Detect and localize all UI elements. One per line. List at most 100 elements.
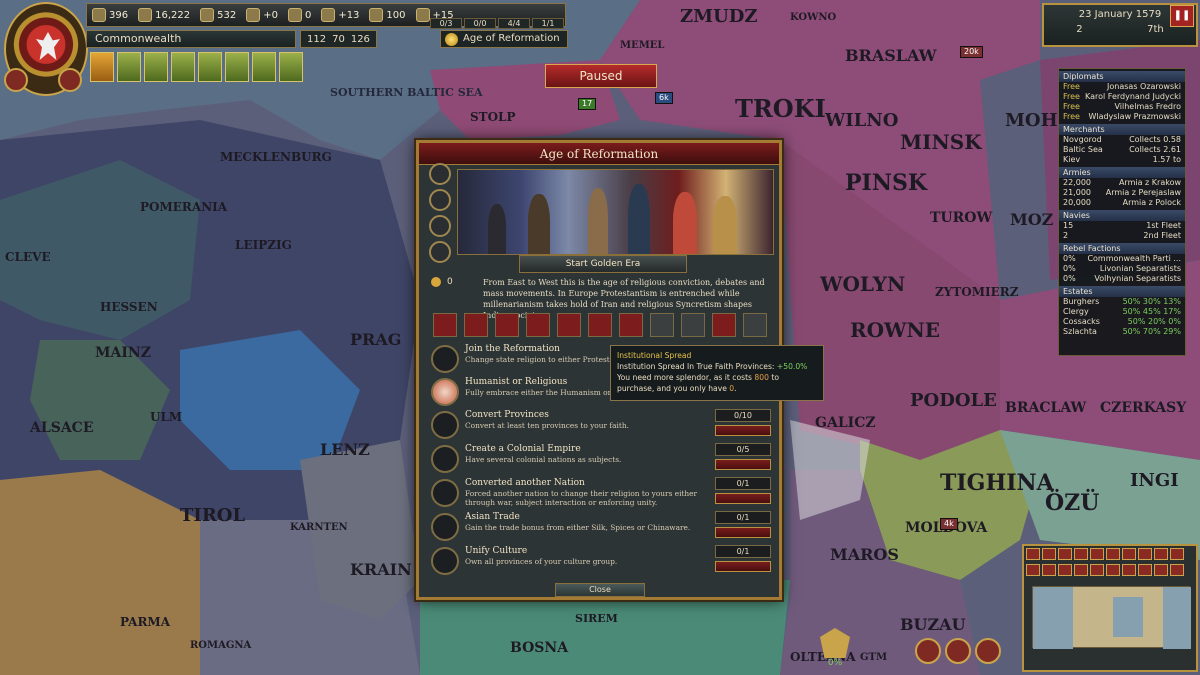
mapmode-button[interactable] — [1026, 548, 1040, 560]
alert-icon[interactable] — [945, 638, 971, 664]
age-button[interactable]: Age of Reformation — [440, 30, 568, 48]
ability-icon[interactable] — [650, 313, 674, 337]
outliner-row[interactable]: 15 1st Fleet — [1059, 221, 1185, 231]
legitimacy[interactable]: 100 — [369, 8, 406, 22]
mapmode-button[interactable] — [1058, 548, 1072, 560]
mapmode-button[interactable] — [1122, 548, 1136, 560]
mapmode-button[interactable] — [1170, 548, 1184, 560]
minimap[interactable] — [1032, 586, 1191, 649]
admin-points[interactable]: 112 — [307, 34, 326, 45]
ability-icon[interactable] — [712, 313, 736, 337]
age-tab-icon[interactable] — [429, 189, 451, 211]
outliner-row[interactable]: Free Karol Ferdynand Judycki — [1059, 92, 1185, 102]
ability-icon[interactable] — [743, 313, 767, 337]
merchant-count[interactable]: 0/3 — [430, 18, 462, 29]
diplomat-count[interactable]: 4/4 — [498, 18, 530, 29]
idea-icon[interactable] — [171, 52, 195, 82]
colonist-count[interactable]: 0/0 — [464, 18, 496, 29]
idea-icon[interactable] — [225, 52, 249, 82]
idea-icon[interactable] — [90, 52, 114, 82]
outliner-row[interactable]: Clergy 50% 45% 17% — [1059, 307, 1185, 317]
prestige[interactable]: +13 — [321, 8, 359, 22]
mapmode-button[interactable] — [1154, 548, 1168, 560]
mapmode-button[interactable] — [1154, 564, 1168, 576]
mapmode-button[interactable] — [1138, 564, 1152, 576]
navy-unit[interactable]: 6k — [655, 92, 673, 104]
army-unit[interactable]: 17 — [578, 98, 597, 110]
outliner-header[interactable]: Rebel Factions — [1059, 243, 1185, 254]
outliner-row[interactable]: Novgorod Collects 0.58 — [1059, 135, 1185, 145]
outliner-row[interactable]: Free Vilhelmas Fredro — [1059, 102, 1185, 112]
objective-row[interactable]: Create a Colonial Empire Have several co… — [431, 443, 775, 475]
mapmode-button[interactable] — [1090, 548, 1104, 560]
outliner-row[interactable]: 0% Livonian Separatists — [1059, 264, 1185, 274]
manpower[interactable]: 16,222 — [138, 8, 190, 22]
stability[interactable]: +0 — [246, 8, 278, 22]
outliner-row[interactable]: 20,000 Armia z Polock — [1059, 198, 1185, 208]
outliner-row[interactable]: Burghers 50% 30% 13% — [1059, 297, 1185, 307]
start-golden-era-button[interactable]: Start Golden Era — [519, 255, 687, 273]
war-icon[interactable] — [4, 68, 28, 92]
game-speed[interactable]: 2 — [1076, 24, 1082, 35]
idea-icon[interactable] — [279, 52, 303, 82]
age-tab-icon[interactable] — [429, 241, 451, 263]
mapmode-button[interactable] — [1170, 564, 1184, 576]
army-unit[interactable]: 4k — [940, 518, 958, 530]
objective-row[interactable]: Converted another Nation Forced another … — [431, 477, 775, 509]
ability-icon[interactable] — [526, 313, 550, 337]
mapmode-button[interactable] — [1058, 564, 1072, 576]
outliner-row[interactable]: 0% Volhynian Separatists — [1059, 274, 1185, 284]
mapmode-button[interactable] — [1074, 548, 1088, 560]
mapmode-button[interactable] — [1042, 548, 1056, 560]
ability-icon[interactable] — [557, 313, 581, 337]
missionary-count[interactable]: 1/1 — [532, 18, 564, 29]
court-icon[interactable] — [58, 68, 82, 92]
ability-icon[interactable] — [495, 313, 519, 337]
outliner-header[interactable]: Diplomats — [1059, 71, 1185, 82]
mapmode-button[interactable] — [1074, 564, 1088, 576]
outliner-row[interactable]: Free Jonasas Ozarowski — [1059, 82, 1185, 92]
mapmode-button[interactable] — [1090, 564, 1104, 576]
idea-icon[interactable] — [144, 52, 168, 82]
outliner-row[interactable]: Cossacks 50% 20% 0% — [1059, 317, 1185, 327]
outliner-row[interactable]: Baltic Sea Collects 2.61 — [1059, 145, 1185, 155]
siege-indicator[interactable]: 0% — [815, 628, 855, 672]
idea-icon[interactable] — [117, 52, 141, 82]
country-name[interactable]: Commonwealth — [86, 30, 296, 48]
alert-icon[interactable] — [915, 638, 941, 664]
objective-row[interactable]: Unify Culture Own all provinces of your … — [431, 545, 775, 577]
mapmode-button[interactable] — [1138, 548, 1152, 560]
outliner-row[interactable]: 2 2nd Fleet — [1059, 231, 1185, 241]
mapmode-button[interactable] — [1106, 564, 1120, 576]
mapmode-button[interactable] — [1026, 564, 1040, 576]
outliner-header[interactable]: Estates — [1059, 286, 1185, 297]
close-button[interactable]: Close — [555, 583, 645, 597]
outliner-header[interactable]: Merchants — [1059, 124, 1185, 135]
outliner-row[interactable]: 22,000 Armia z Krakow — [1059, 178, 1185, 188]
pause-button[interactable]: ❚❚ — [1170, 5, 1194, 27]
objective-row[interactable]: Asian Trade Gain the trade bonus from ei… — [431, 511, 775, 543]
idea-icon[interactable] — [252, 52, 276, 82]
outliner-row[interactable]: Szlachta 50% 70% 29% — [1059, 327, 1185, 337]
alert-icon[interactable] — [975, 638, 1001, 664]
diplo-points[interactable]: 70 — [332, 34, 345, 45]
corruption[interactable]: 0 — [287, 8, 311, 22]
age-tab-icon[interactable] — [429, 215, 451, 237]
ability-icon[interactable] — [681, 313, 705, 337]
treasury[interactable]: 396 — [92, 8, 128, 22]
ability-icon[interactable] — [464, 313, 488, 337]
army-unit[interactable]: 20k — [960, 46, 983, 58]
objective-row[interactable]: Convert Provinces Convert at least ten p… — [431, 409, 775, 441]
mapmode-button[interactable] — [1122, 564, 1136, 576]
military-points[interactable]: 126 — [351, 34, 370, 45]
outliner-row[interactable]: 21,000 Armia z Perejaslaw — [1059, 188, 1185, 198]
power-rank[interactable]: 7th — [1147, 24, 1164, 35]
ability-icon[interactable] — [588, 313, 612, 337]
sailors[interactable]: 532 — [200, 8, 236, 22]
ability-icon[interactable] — [619, 313, 643, 337]
mapmode-button[interactable] — [1106, 548, 1120, 560]
outliner-header[interactable]: Navies — [1059, 210, 1185, 221]
outliner-row[interactable]: Kiev 1.57 to — [1059, 155, 1185, 165]
idea-icon[interactable] — [198, 52, 222, 82]
outliner-header[interactable]: Armies — [1059, 167, 1185, 178]
